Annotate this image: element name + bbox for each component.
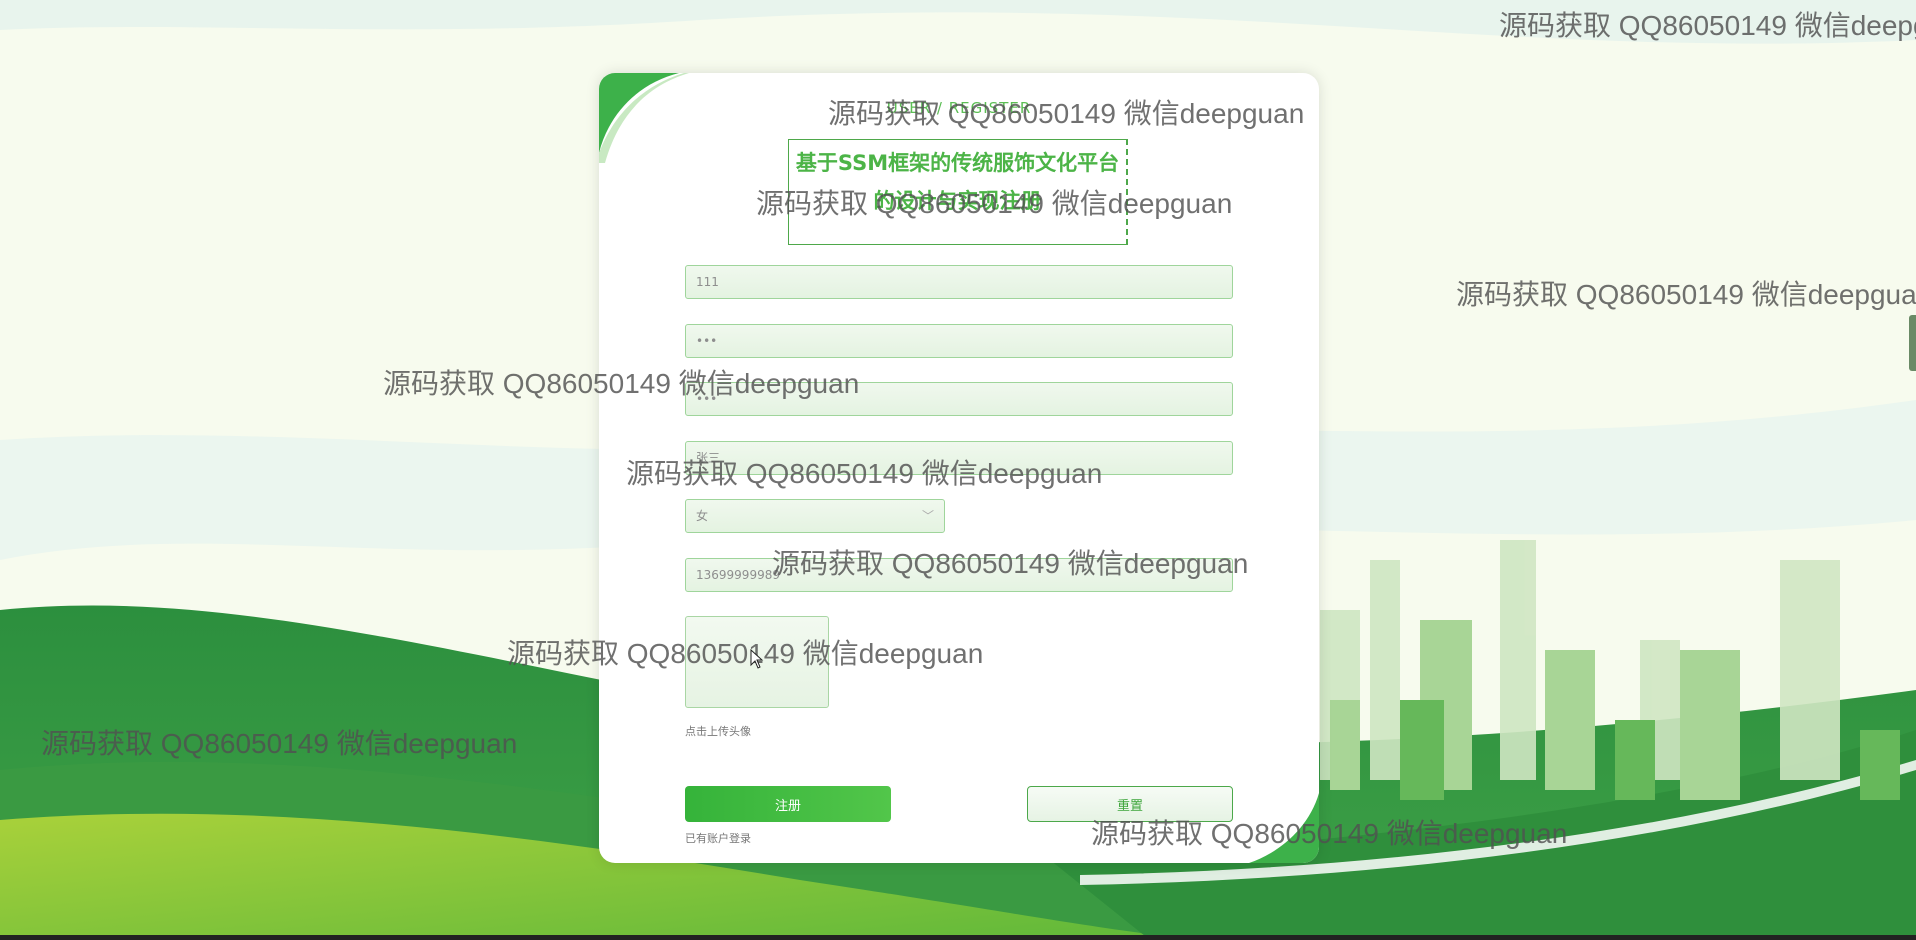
side-tab-handle[interactable] <box>1909 315 1916 371</box>
password-field[interactable]: ••• <box>685 324 1233 358</box>
watermark: 源码获取 QQ86050149 微信deepguan <box>41 728 518 759</box>
card-corner-decoration <box>599 73 689 163</box>
username-field[interactable]: 111 <box>685 265 1233 299</box>
watermark: 源码获取 QQ86050149 微信deepguan <box>828 98 1305 129</box>
taskbar-edge <box>0 935 1916 940</box>
watermark: 源码获取 QQ86050149 微信deepguan <box>383 368 860 399</box>
watermark: 源码获取 QQ86050149 微信deepguan <box>1091 818 1568 849</box>
login-link[interactable]: 已有账户登录 <box>685 830 751 846</box>
watermark: 源码获取 QQ86050149 微信deepguan <box>626 458 1103 489</box>
mouse-pointer-icon <box>750 649 764 669</box>
register-button[interactable]: 注册 <box>685 786 891 822</box>
watermark: 源码获取 QQ86050149 微信deepguan <box>756 188 1233 219</box>
watermark: 源码获取 QQ86050149 微信deepguan <box>772 548 1249 579</box>
avatar-upload-label[interactable]: 点击上传头像 <box>685 723 751 739</box>
watermark: 源码获取 QQ86050149 微信deepguan <box>507 638 984 669</box>
watermark: 源码获取 QQ86050149 微信deepguan <box>1499 10 1916 41</box>
chevron-down-icon: ﹀ <box>921 509 934 523</box>
watermark: 源码获取 QQ86050149 微信deepguan <box>1456 279 1916 310</box>
gender-select[interactable]: 女 ﹀ <box>685 499 945 533</box>
gender-select-value: 女 <box>696 509 709 523</box>
